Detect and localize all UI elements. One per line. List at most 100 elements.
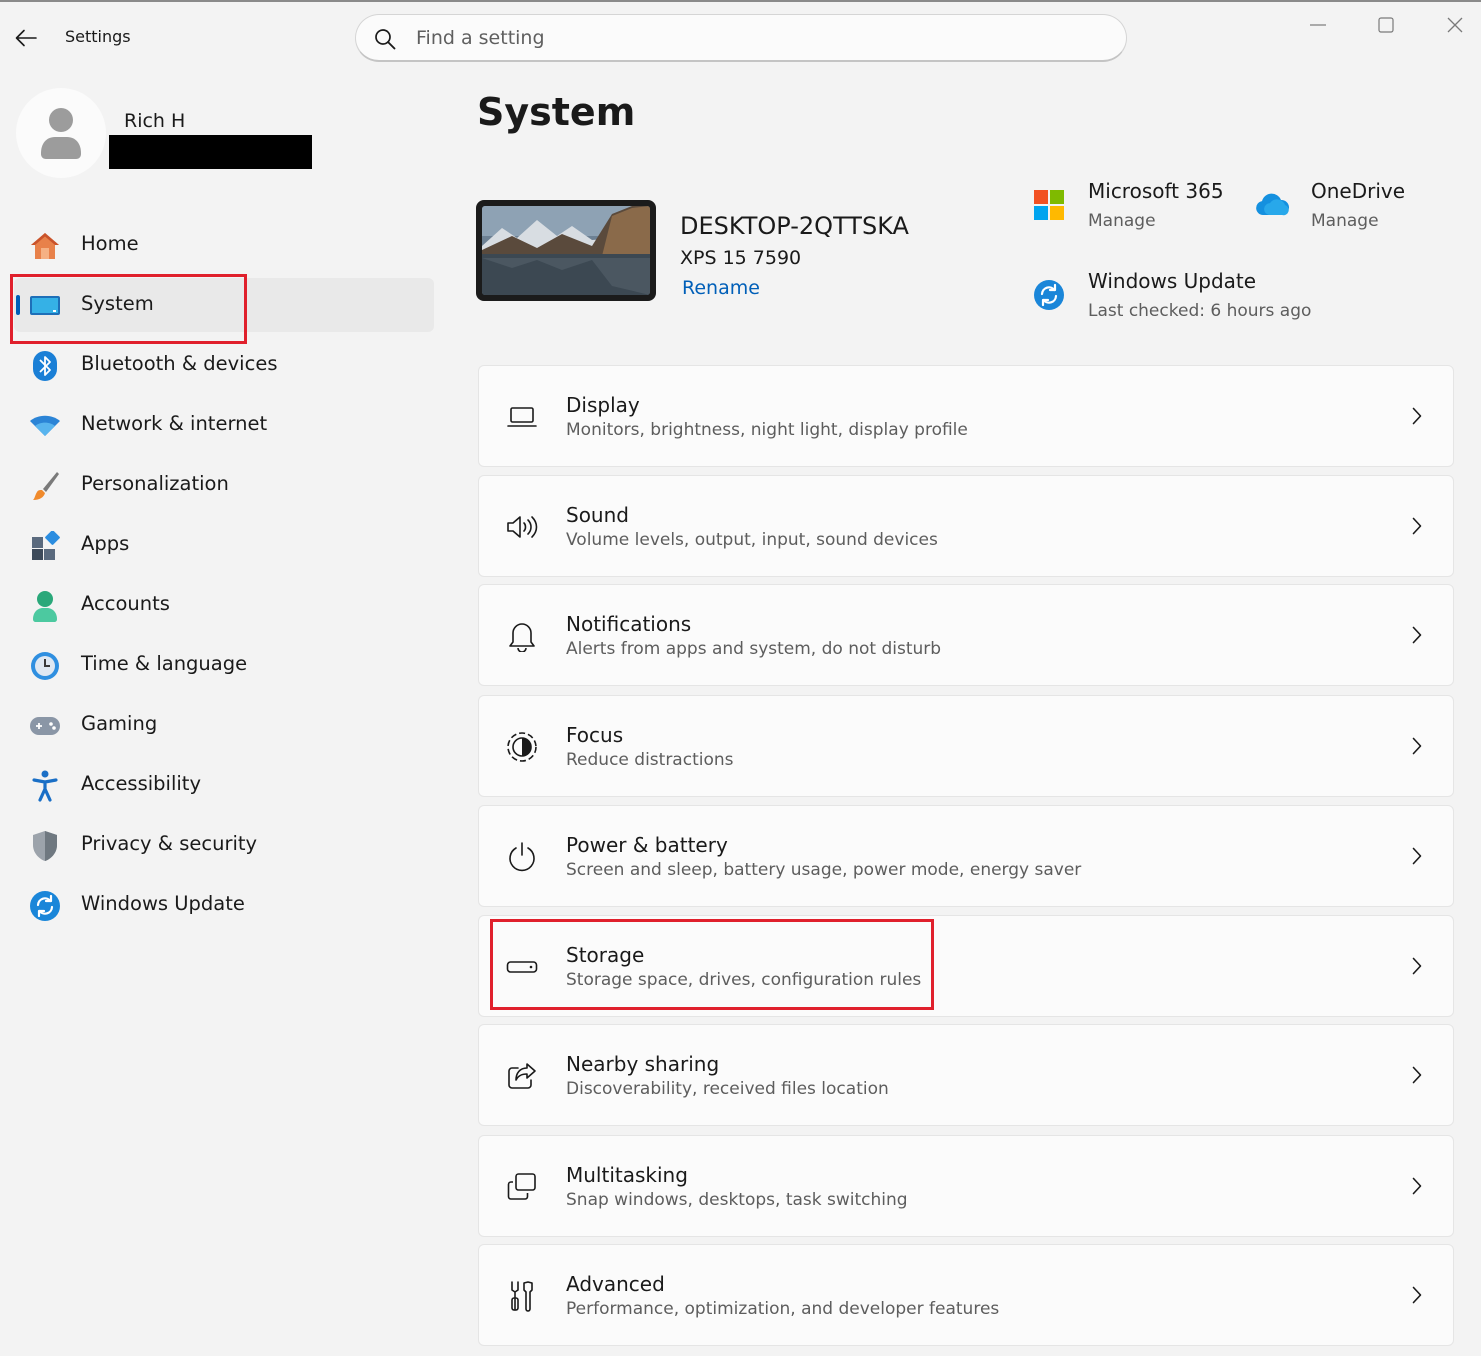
card-title: Sound	[566, 503, 629, 527]
tile-title: Windows Update	[1088, 269, 1257, 293]
avatar[interactable]	[16, 88, 106, 178]
sidebar-item-label: Apps	[81, 532, 130, 555]
chevron-right-icon	[1407, 516, 1427, 536]
sidebar-item-label: Home	[81, 232, 139, 255]
back-button[interactable]	[12, 24, 40, 52]
card-advanced[interactable]: Advanced Performance, optimization, and …	[478, 1244, 1454, 1346]
windows-update-icon	[28, 889, 62, 923]
sidebar-item-label: Time & language	[81, 652, 248, 675]
accounts-icon	[28, 589, 62, 623]
card-display[interactable]: Display Monitors, brightness, night ligh…	[478, 365, 1454, 467]
device-name: DESKTOP-2QTTSKA	[680, 212, 909, 240]
sidebar-item-bluetooth[interactable]: Bluetooth & devices	[14, 338, 434, 392]
card-title: Focus	[566, 723, 624, 747]
time-language-icon	[28, 649, 62, 683]
minimize-button[interactable]	[1298, 10, 1338, 40]
close-button[interactable]	[1435, 10, 1475, 40]
sidebar-item-windows-update[interactable]: Windows Update	[14, 878, 434, 932]
sidebar-item-label: Accounts	[81, 592, 170, 615]
card-title: Display	[566, 393, 640, 417]
maximize-icon	[1378, 17, 1394, 33]
focus-icon	[504, 729, 540, 765]
share-icon	[504, 1058, 540, 1094]
person-icon	[41, 108, 81, 159]
tile-last-checked: Last checked: 6 hours ago	[1088, 301, 1312, 321]
app-title: Settings	[65, 27, 131, 46]
chevron-right-icon	[1407, 1176, 1427, 1196]
search-box[interactable]	[355, 14, 1127, 62]
sidebar-item-gaming[interactable]: Gaming	[14, 698, 434, 752]
home-icon	[28, 229, 62, 263]
sidebar-item-label: Network & internet	[81, 412, 268, 435]
card-subtitle: Alerts from apps and system, do not dist…	[566, 639, 942, 659]
windows-update-icon	[1031, 277, 1067, 313]
power-icon	[504, 839, 540, 875]
display-icon	[504, 399, 540, 435]
shield-icon	[28, 829, 62, 863]
back-arrow-icon	[15, 29, 37, 47]
apps-icon	[28, 529, 62, 563]
sidebar-item-label: Windows Update	[81, 892, 245, 915]
device-wallpaper-thumbnail	[476, 200, 656, 301]
redacted-email	[109, 135, 312, 169]
tools-icon	[504, 1278, 540, 1314]
sidebar-item-label: Accessibility	[81, 772, 201, 795]
card-power-battery[interactable]: Power & battery Screen and sleep, batter…	[478, 805, 1454, 907]
search-input[interactable]	[416, 25, 1096, 51]
tile-manage-link[interactable]: Manage	[1088, 211, 1156, 231]
card-subtitle: Monitors, brightness, night light, displ…	[566, 420, 968, 440]
chevron-right-icon	[1407, 1285, 1427, 1305]
card-subtitle: Snap windows, desktops, task switching	[566, 1190, 908, 1210]
card-notifications[interactable]: Notifications Alerts from apps and syste…	[478, 584, 1454, 686]
maximize-button[interactable]	[1366, 10, 1406, 40]
sidebar-item-label: Privacy & security	[81, 832, 258, 855]
card-sound[interactable]: Sound Volume levels, output, input, soun…	[478, 475, 1454, 577]
tile-title: Microsoft 365	[1088, 179, 1224, 203]
multitasking-icon	[504, 1169, 540, 1205]
card-title: Notifications	[566, 612, 692, 636]
sidebar-item-home[interactable]: Home	[14, 218, 434, 272]
card-subtitle: Volume levels, output, input, sound devi…	[566, 530, 938, 550]
device-model: XPS 15 7590	[680, 247, 802, 269]
card-title: Power & battery	[566, 833, 728, 857]
chevron-right-icon	[1407, 1065, 1427, 1085]
sidebar-item-label: Gaming	[81, 712, 158, 735]
bluetooth-icon	[28, 349, 62, 383]
sidebar-item-time-language[interactable]: Time & language	[14, 638, 434, 692]
bell-icon	[504, 618, 540, 654]
user-name: Rich H	[124, 110, 186, 132]
card-title: Nearby sharing	[566, 1052, 720, 1076]
sidebar-item-accounts[interactable]: Accounts	[14, 578, 434, 632]
card-nearby-sharing[interactable]: Nearby sharing Discoverability, received…	[478, 1024, 1454, 1126]
rename-link[interactable]: Rename	[682, 277, 760, 299]
sidebar-item-network[interactable]: Network & internet	[14, 398, 434, 452]
window-top-border	[0, 0, 1481, 2]
sidebar-item-personalization[interactable]: Personalization	[14, 458, 434, 512]
chevron-right-icon	[1407, 736, 1427, 756]
highlight-box-storage	[490, 919, 934, 1010]
sidebar-item-privacy[interactable]: Privacy & security	[14, 818, 434, 872]
close-icon	[1447, 17, 1463, 33]
sidebar-item-apps[interactable]: Apps	[14, 518, 434, 572]
card-multitasking[interactable]: Multitasking Snap windows, desktops, tas…	[478, 1135, 1454, 1237]
card-focus[interactable]: Focus Reduce distractions	[478, 695, 1454, 797]
chevron-right-icon	[1407, 846, 1427, 866]
microsoft-365-icon	[1031, 187, 1067, 223]
card-subtitle: Reduce distractions	[566, 750, 734, 770]
brush-icon	[28, 469, 62, 503]
card-title: Multitasking	[566, 1163, 688, 1187]
card-title: Advanced	[566, 1272, 665, 1296]
accessibility-icon	[28, 769, 62, 803]
search-icon	[374, 28, 396, 54]
tile-title: OneDrive	[1311, 179, 1406, 203]
gamepad-icon	[28, 709, 62, 743]
highlight-box-system	[10, 274, 247, 344]
speaker-icon	[504, 509, 540, 545]
chevron-right-icon	[1407, 625, 1427, 645]
card-subtitle: Screen and sleep, battery usage, power m…	[566, 860, 1082, 880]
sidebar-item-label: Bluetooth & devices	[81, 352, 278, 375]
tile-manage-link[interactable]: Manage	[1311, 211, 1379, 231]
sidebar-item-accessibility[interactable]: Accessibility	[14, 758, 434, 812]
wifi-icon	[28, 409, 62, 443]
page-title: System	[477, 90, 636, 134]
